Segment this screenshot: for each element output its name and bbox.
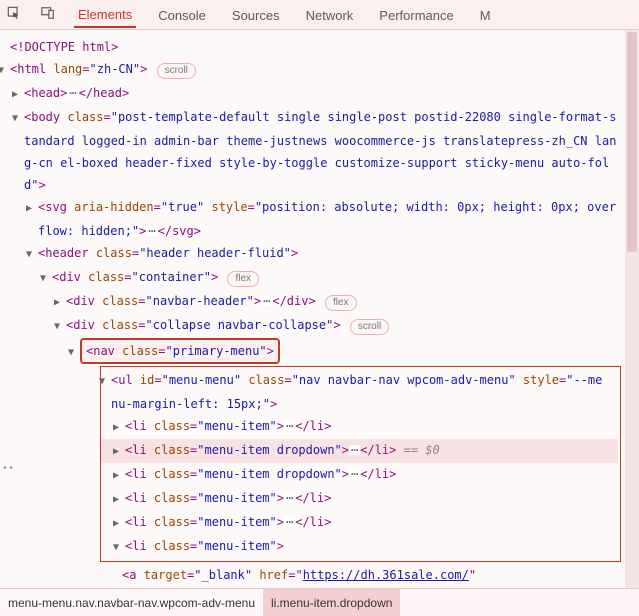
ul-highlight-box: <ul id="menu-menu" class="nav navbar-nav… bbox=[100, 366, 621, 562]
dom-tree[interactable]: <!DOCTYPE html> <html lang="zh-CN"> scro… bbox=[0, 30, 639, 588]
node-container[interactable]: <div class="container"> flex bbox=[4, 266, 635, 290]
expand-icon[interactable] bbox=[54, 292, 66, 314]
node-li-6[interactable]: <li class="menu-item"> bbox=[101, 535, 618, 559]
tab-elements[interactable]: Elements bbox=[74, 1, 136, 28]
inspect-icon[interactable] bbox=[6, 6, 22, 23]
scroll-badge[interactable]: scroll bbox=[157, 63, 196, 79]
expand-icon[interactable] bbox=[113, 513, 125, 535]
ellipsis-icon[interactable]: ⋯ bbox=[349, 445, 360, 455]
node-li-3[interactable]: <li class="menu-item dropdown">⋯</li> bbox=[101, 463, 618, 487]
node-li-4[interactable]: <li class="menu-item">⋯</li> bbox=[101, 487, 618, 511]
node-body[interactable]: <body class="post-template-default singl… bbox=[4, 106, 635, 196]
expand-icon[interactable] bbox=[113, 417, 125, 439]
expand-icon[interactable] bbox=[99, 371, 111, 393]
tab-console[interactable]: Console bbox=[154, 2, 210, 28]
node-html[interactable]: <html lang="zh-CN"> scroll bbox=[4, 58, 635, 82]
ellipsis-icon[interactable]: ⋯ bbox=[67, 88, 78, 98]
expand-icon[interactable] bbox=[12, 108, 24, 130]
ellipsis-icon[interactable]: ⋯ bbox=[284, 493, 295, 503]
expand-icon[interactable] bbox=[113, 465, 125, 487]
expand-icon[interactable] bbox=[68, 342, 80, 364]
expand-icon[interactable] bbox=[113, 441, 125, 463]
nav-highlight-box: <nav class="primary-menu"> bbox=[80, 338, 280, 364]
node-li-1[interactable]: <li class="menu-item">⋯</li> bbox=[101, 415, 618, 439]
tab-performance[interactable]: Performance bbox=[375, 2, 457, 28]
ellipsis-icon[interactable]: ⋯ bbox=[349, 469, 360, 479]
tab-sources[interactable]: Sources bbox=[228, 2, 284, 28]
flex-badge[interactable]: flex bbox=[227, 271, 259, 287]
gutter-indicator-icon: •• bbox=[2, 458, 14, 480]
expand-icon[interactable] bbox=[54, 316, 66, 338]
expand-icon[interactable] bbox=[12, 84, 24, 106]
tree-scrollbar[interactable] bbox=[625, 30, 639, 588]
node-navbar-header[interactable]: <div class="navbar-header">⋯</div> flex bbox=[4, 290, 635, 314]
node-li-5[interactable]: <li class="menu-item">⋯</li> bbox=[101, 511, 618, 535]
devtools-tabbar: Elements Console Sources Network Perform… bbox=[0, 0, 639, 30]
ellipsis-icon[interactable]: ⋯ bbox=[284, 517, 295, 527]
expand-icon[interactable] bbox=[113, 489, 125, 511]
node-li-2-selected[interactable]: <li class="menu-item dropdown">⋯</li> ==… bbox=[101, 439, 618, 463]
expand-icon[interactable] bbox=[40, 268, 52, 290]
expand-icon[interactable] bbox=[0, 60, 10, 82]
node-header[interactable]: <header class="header header-fluid"> bbox=[4, 242, 635, 266]
scrollbar-thumb[interactable] bbox=[627, 32, 637, 252]
expand-icon[interactable] bbox=[113, 537, 125, 559]
href-link[interactable]: https://dh.361sale.com/ bbox=[303, 568, 469, 582]
expand-icon[interactable] bbox=[26, 198, 38, 220]
node-head[interactable]: <head>⋯</head> bbox=[4, 82, 635, 106]
crumb-ul[interactable]: menu-menu.nav.navbar-nav.wpcom-adv-menu bbox=[0, 589, 263, 616]
crumb-li-selected[interactable]: li.menu-item.dropdown bbox=[263, 589, 400, 616]
flex-badge[interactable]: flex bbox=[325, 295, 357, 311]
node-nav[interactable]: <nav class="primary-menu"> bbox=[4, 338, 635, 364]
node-collapse[interactable]: <div class="collapse navbar-collapse"> s… bbox=[4, 314, 635, 338]
scroll-badge[interactable]: scroll bbox=[350, 319, 389, 335]
node-doctype[interactable]: <!DOCTYPE html> bbox=[4, 36, 635, 58]
breadcrumb[interactable]: menu-menu.nav.navbar-nav.wpcom-adv-menu … bbox=[0, 588, 639, 616]
expand-icon[interactable] bbox=[26, 244, 38, 266]
tab-network[interactable]: Network bbox=[302, 2, 358, 28]
node-svg[interactable]: <svg aria-hidden="true" style="position:… bbox=[4, 196, 635, 242]
node-anchor[interactable]: <a target="_blank" href="https://dh.361s… bbox=[4, 564, 635, 586]
node-ul[interactable]: <ul id="menu-menu" class="nav navbar-nav… bbox=[101, 369, 618, 415]
tab-more[interactable]: M bbox=[476, 2, 495, 28]
selection-marker: == $0 bbox=[404, 443, 440, 457]
ellipsis-icon[interactable]: ⋯ bbox=[261, 296, 272, 306]
ellipsis-icon[interactable]: ⋯ bbox=[284, 421, 295, 431]
ellipsis-icon[interactable]: ⋯ bbox=[146, 226, 157, 236]
device-toggle-icon[interactable] bbox=[40, 6, 56, 23]
